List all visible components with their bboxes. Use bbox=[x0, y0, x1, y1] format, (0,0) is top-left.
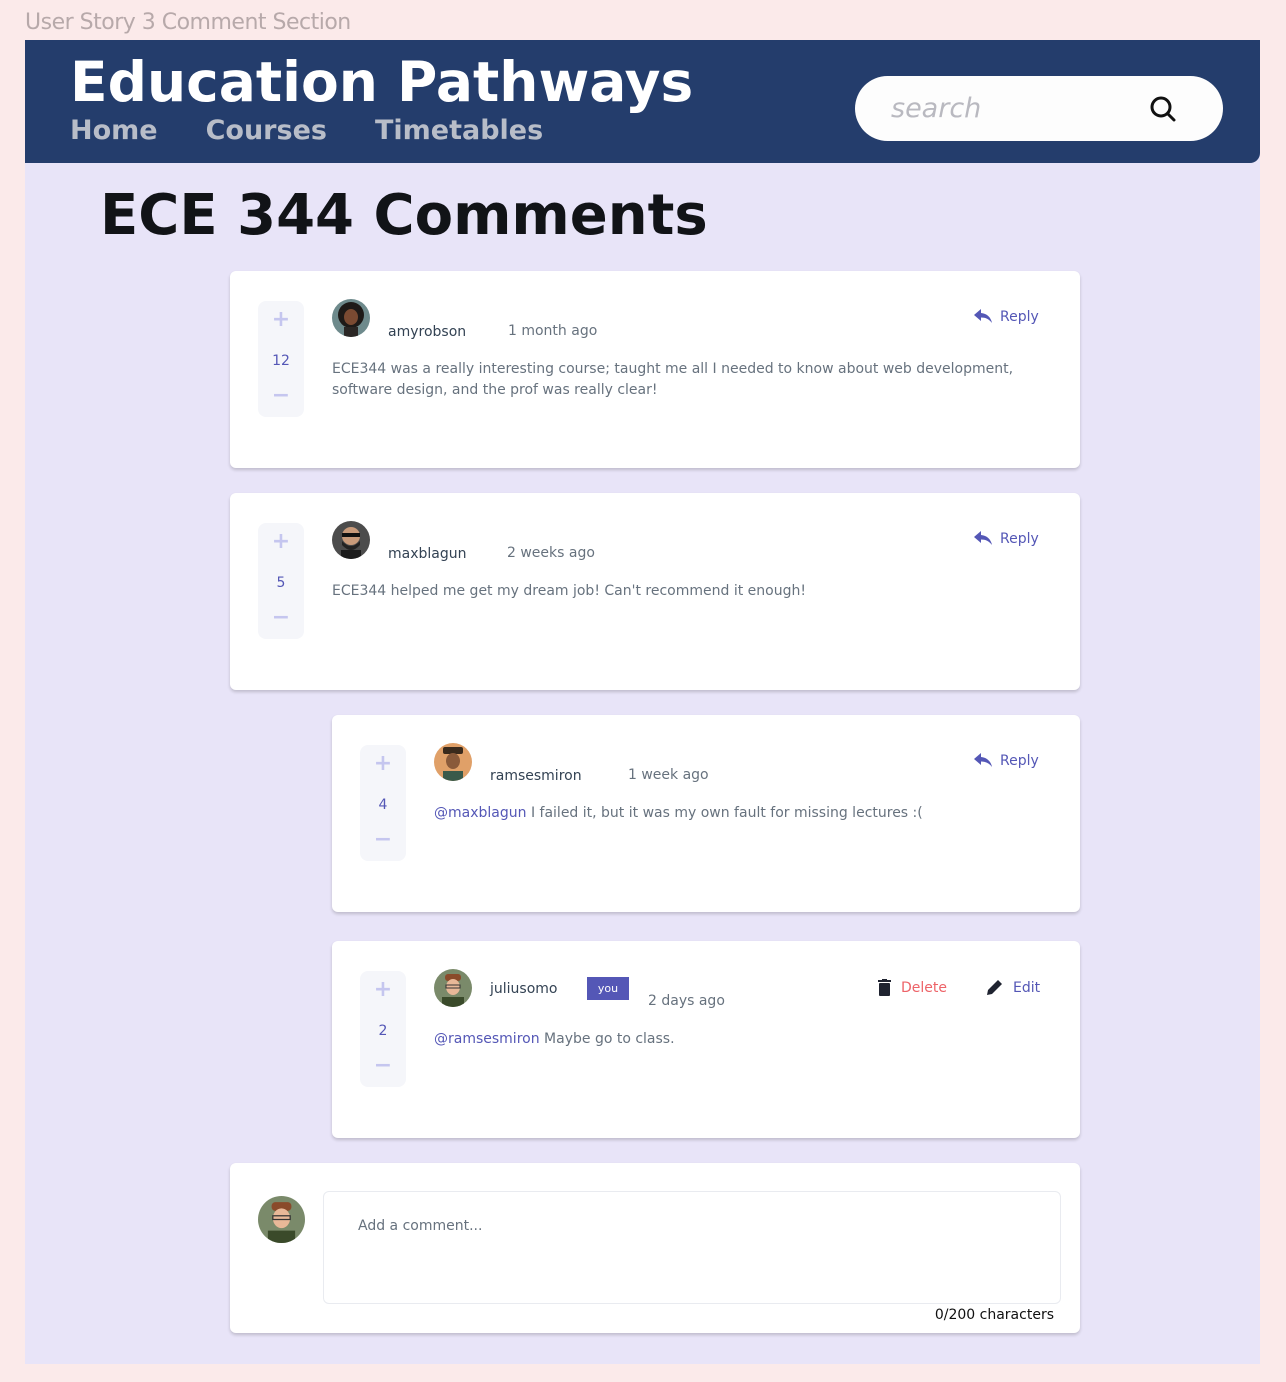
mention-link[interactable]: @ramsesmiron bbox=[434, 1031, 540, 1047]
username[interactable]: ramsesmiron bbox=[490, 768, 582, 784]
edit-button[interactable]: Edit bbox=[986, 979, 1040, 996]
timestamp: 1 month ago bbox=[508, 323, 598, 339]
vote-count: 12 bbox=[272, 353, 290, 369]
upvote-button[interactable]: + bbox=[360, 977, 406, 1002]
vote-count: 4 bbox=[378, 797, 388, 813]
comment-body: Maybe go to class. bbox=[539, 1031, 675, 1047]
frame-label: User Story 3 Comment Section bbox=[25, 10, 351, 35]
reply-label: Reply bbox=[1000, 309, 1039, 325]
vote-count: 5 bbox=[276, 575, 286, 591]
app-frame: Education Pathways Home Courses Timetabl… bbox=[25, 40, 1260, 1364]
comment-card: + 12 − amyrobson 1 month ago Reply ECE34… bbox=[230, 271, 1080, 468]
reply-label: Reply bbox=[1000, 753, 1039, 769]
delete-label: Delete bbox=[901, 979, 947, 996]
reply-icon bbox=[974, 753, 992, 767]
comment-input-box bbox=[323, 1191, 1061, 1304]
delete-icon bbox=[878, 979, 891, 996]
comment-body: I failed it, but it was my own fault for… bbox=[526, 805, 923, 821]
vote-control: + 12 − bbox=[258, 301, 304, 417]
nav-courses[interactable]: Courses bbox=[206, 115, 327, 146]
vote-control: + 2 − bbox=[360, 971, 406, 1087]
avatar bbox=[332, 299, 370, 337]
search-icon[interactable] bbox=[1149, 95, 1177, 123]
char-counter: 0/200 characters bbox=[934, 1307, 1054, 1323]
search-bar bbox=[855, 76, 1223, 141]
reply-button[interactable]: Reply bbox=[974, 753, 1039, 769]
reply-button[interactable]: Reply bbox=[974, 531, 1039, 547]
reply-button[interactable]: Reply bbox=[974, 309, 1039, 325]
timestamp: 2 weeks ago bbox=[507, 545, 595, 561]
you-badge: you bbox=[587, 977, 629, 1000]
current-user-avatar bbox=[258, 1196, 305, 1243]
main-nav: Home Courses Timetables bbox=[70, 115, 543, 146]
timestamp: 2 days ago bbox=[648, 993, 725, 1009]
comment-text: ECE344 helped me get my dream job! Can't… bbox=[332, 583, 806, 599]
reply-icon bbox=[974, 309, 992, 323]
reply-icon bbox=[974, 531, 992, 545]
search-input[interactable] bbox=[891, 88, 1141, 128]
mention-link[interactable]: @maxblagun bbox=[434, 805, 527, 821]
avatar bbox=[434, 743, 472, 781]
comment-text: ECE344 was a really interesting course; … bbox=[332, 361, 1014, 398]
edit-icon bbox=[987, 980, 1002, 995]
comment-input[interactable] bbox=[358, 1218, 1018, 1288]
username[interactable]: maxblagun bbox=[388, 546, 467, 562]
page-title: ECE 344 Comments bbox=[100, 183, 708, 248]
avatar bbox=[332, 521, 370, 559]
reply-label: Reply bbox=[1000, 531, 1039, 547]
comment-text: @ramsesmiron Maybe go to class. bbox=[434, 1029, 1054, 1050]
comment-card: + 5 − maxblagun 2 weeks ago Reply ECE344… bbox=[230, 493, 1080, 690]
timestamp: 1 week ago bbox=[628, 767, 709, 783]
nav-home[interactable]: Home bbox=[70, 115, 158, 146]
brand-title: Education Pathways bbox=[70, 50, 694, 114]
username[interactable]: amyrobson bbox=[388, 324, 466, 340]
upvote-button[interactable]: + bbox=[360, 751, 406, 776]
header: Education Pathways Home Courses Timetabl… bbox=[25, 40, 1260, 163]
comment-text: @maxblagun I failed it, but it was my ow… bbox=[434, 803, 1054, 824]
vote-count: 2 bbox=[378, 1023, 388, 1039]
downvote-button[interactable]: − bbox=[360, 827, 406, 852]
reply-card: + 4 − ramsesmiron 1 week ago Reply @maxb… bbox=[332, 715, 1080, 912]
comment-composer: 0/200 characters bbox=[230, 1163, 1080, 1333]
upvote-button[interactable]: + bbox=[258, 529, 304, 554]
upvote-button[interactable]: + bbox=[258, 307, 304, 332]
vote-control: + 4 − bbox=[360, 745, 406, 861]
delete-button[interactable]: Delete bbox=[878, 979, 947, 996]
username[interactable]: juliusomo bbox=[490, 981, 557, 997]
downvote-button[interactable]: − bbox=[258, 383, 304, 408]
edit-label: Edit bbox=[1013, 979, 1041, 996]
avatar bbox=[434, 969, 472, 1007]
downvote-button[interactable]: − bbox=[258, 605, 304, 630]
reply-card: + 2 − juliusomo you 2 days ago Delete Ed… bbox=[332, 941, 1080, 1138]
nav-timetables[interactable]: Timetables bbox=[375, 115, 543, 146]
downvote-button[interactable]: − bbox=[360, 1053, 406, 1078]
vote-control: + 5 − bbox=[258, 523, 304, 639]
